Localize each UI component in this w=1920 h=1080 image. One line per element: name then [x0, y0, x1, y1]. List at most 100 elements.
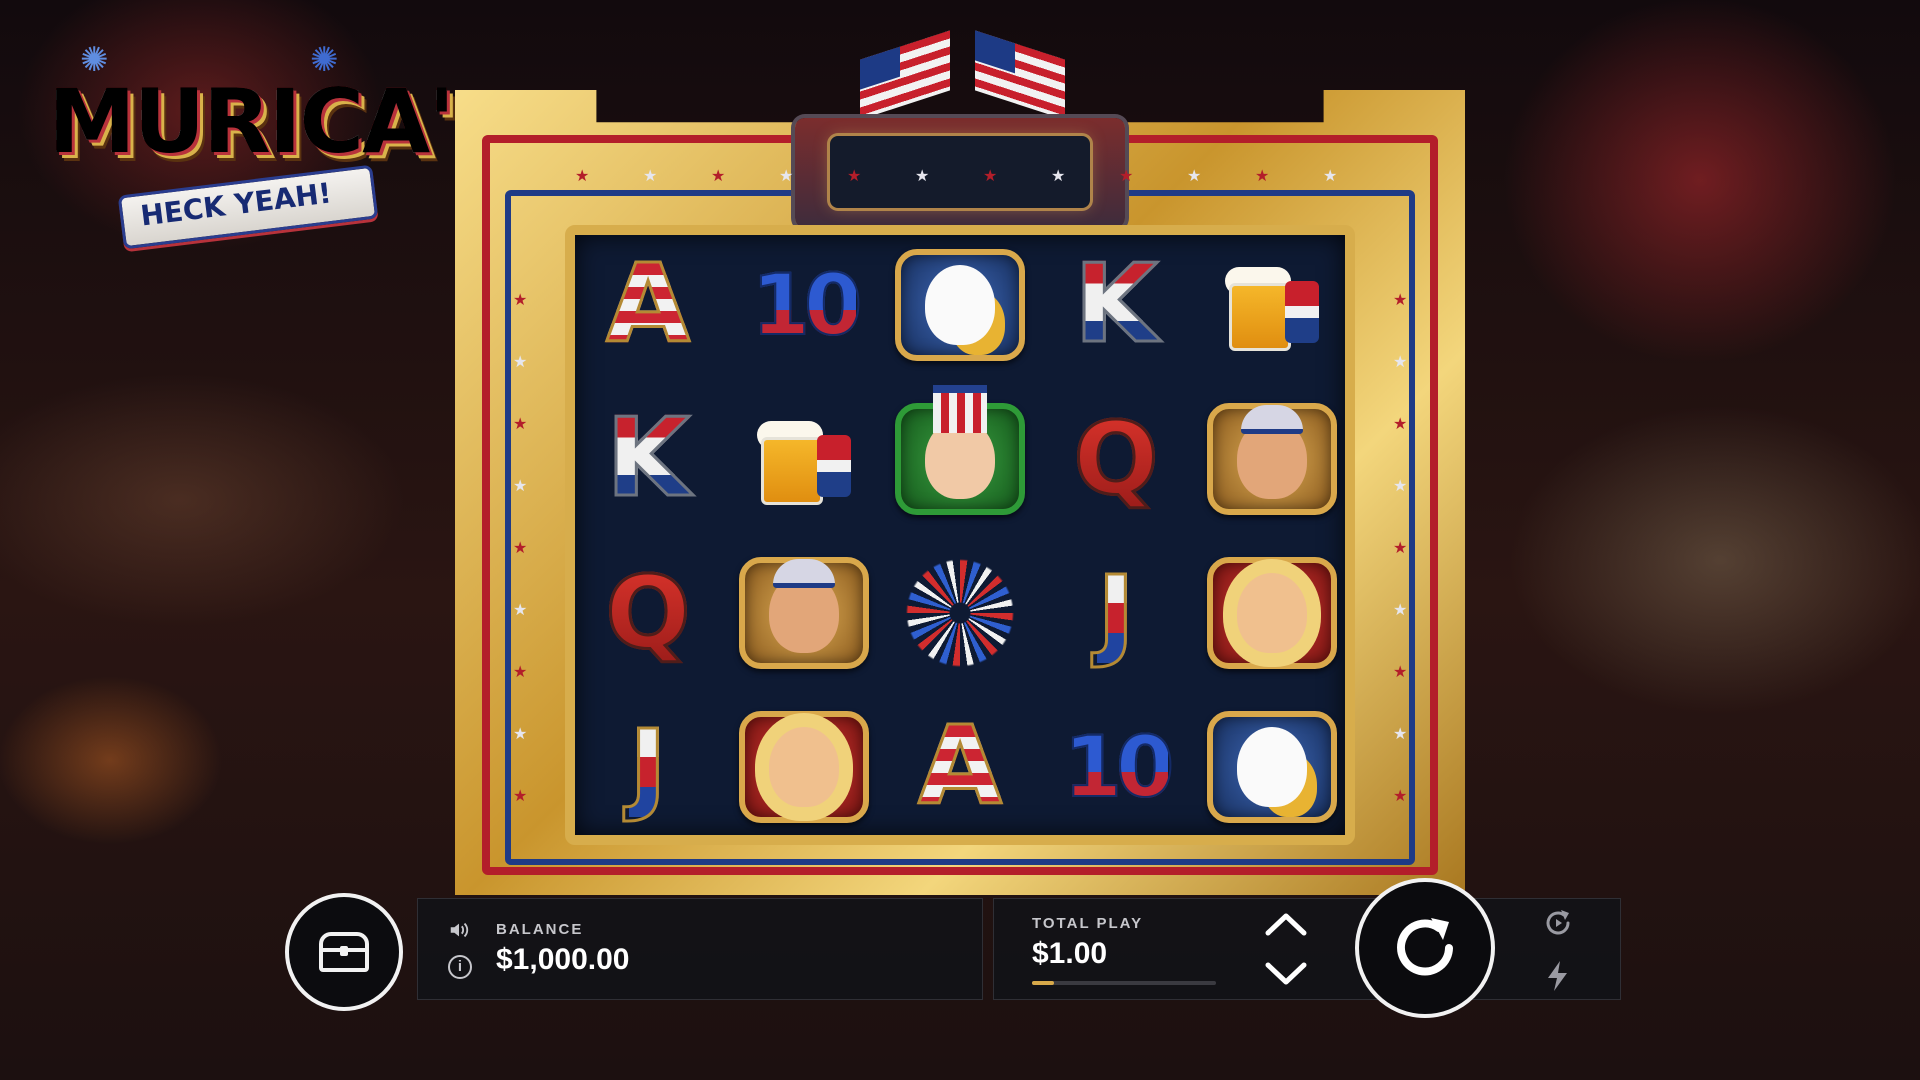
reel-symbol-q: Q [583, 553, 719, 673]
symbol-letter: K [605, 396, 692, 521]
total-play-panel: TOTAL PLAY $1.00 [993, 898, 1621, 1000]
redneck-card [739, 557, 869, 669]
reel-symbol-beer [1207, 245, 1337, 365]
symbol-ten: 10 [751, 255, 864, 355]
redneck-icon [769, 559, 839, 653]
reel-symbol-j: J [583, 707, 713, 827]
reel-symbol-redneck [739, 553, 869, 673]
eagle-card [895, 249, 1025, 361]
bet-level-bar [1032, 981, 1216, 985]
star-icon: ★ [513, 664, 528, 681]
balance-label: BALANCE [496, 921, 584, 938]
blonde-icon [769, 727, 839, 807]
symbol-letter: J [1096, 554, 1136, 671]
symbol-letter: Q [1072, 400, 1160, 517]
reel-symbol-blonde [739, 707, 869, 827]
reel-symbol-j: J [1051, 553, 1181, 673]
treasure-chest-icon [319, 932, 369, 972]
star-icon: ★ [1393, 478, 1408, 495]
blonde-card [1207, 557, 1337, 669]
star-icon: ★ [643, 168, 658, 185]
total-play-value: $1.00 [1032, 937, 1108, 970]
grill-symbol: Q [595, 554, 719, 671]
eagle-card [1207, 711, 1337, 823]
star-icon: ★ [1051, 168, 1066, 185]
balance-value: $1,000.00 [496, 943, 630, 976]
star-icon: ★ [513, 540, 528, 557]
decrease-bet-button[interactable] [1262, 959, 1310, 989]
eagle-icon [925, 265, 995, 345]
star-icon: ★ [513, 292, 528, 309]
star-icon: ★ [1393, 292, 1408, 309]
reel-symbol-fireworks [895, 553, 1025, 673]
star-icon: ★ [847, 168, 862, 185]
symbol-ten: 10 [1063, 717, 1176, 817]
reel-symbol-10: 10 [739, 245, 869, 365]
autoplay-icon[interactable] [1540, 905, 1576, 941]
firework-icon [905, 558, 1015, 668]
redneck-card [1207, 403, 1337, 515]
star-icon: ★ [513, 788, 528, 805]
reel-symbol-k: K [583, 399, 713, 519]
star-icon: ★ [513, 354, 528, 371]
logo-title: MURICA' [48, 70, 455, 173]
symbol-letter: A [605, 242, 692, 367]
star-icon: ★ [1119, 168, 1134, 185]
star-icon: ★ [711, 168, 726, 185]
redneck-icon [1237, 405, 1307, 499]
total-play-label: TOTAL PLAY [1032, 915, 1144, 932]
reel-symbol-redneck [1207, 399, 1337, 519]
reel-symbol-eagle [895, 245, 1025, 365]
speaker-icon[interactable] [448, 919, 470, 941]
star-icon: ★ [1323, 168, 1338, 185]
spin-button[interactable] [1355, 878, 1495, 1018]
star-icon: ★ [1393, 664, 1408, 681]
increase-bet-button[interactable] [1262, 909, 1310, 939]
info-icon[interactable]: i [448, 955, 472, 979]
chevron-up-icon [1265, 913, 1307, 936]
star-icon: ★ [513, 478, 528, 495]
star-icon: ★ [513, 602, 528, 619]
star-icon: ★ [513, 416, 528, 433]
reel-symbol-uncle-sam [895, 385, 1025, 519]
beer-icon [1225, 261, 1319, 351]
grill-symbol: Q [1063, 400, 1187, 517]
star-icon: ★ [1187, 168, 1202, 185]
reel-symbol-q: Q [1051, 399, 1187, 519]
reel-symbol-eagle [1207, 707, 1337, 827]
bet-level-fill [1032, 981, 1055, 985]
star-icon: ★ [1393, 540, 1408, 557]
reel-symbol-blonde [1207, 553, 1337, 673]
symbol-letter: J [628, 708, 668, 825]
blonde-icon [1237, 573, 1307, 653]
star-icon: ★ [575, 168, 590, 185]
blonde-card [739, 711, 869, 823]
symbol-letter: Q [604, 554, 692, 671]
spin-arrow-icon [1397, 918, 1453, 976]
chevron-down-icon [1265, 962, 1307, 985]
star-icon: ★ [1393, 726, 1408, 743]
star-icon: ★ [1393, 354, 1408, 371]
beer-icon [757, 415, 851, 505]
star-icon: ★ [915, 168, 930, 185]
star-icon: ★ [513, 726, 528, 743]
reel-symbol-beer [739, 399, 869, 519]
reel-symbol-10: 10 [1051, 707, 1181, 827]
reel-symbol-k: K [1051, 245, 1181, 365]
uncle-sam-icon [925, 385, 995, 499]
eagle-icon [1237, 727, 1307, 807]
reel-symbol-a: A [583, 245, 713, 365]
star-icon: ★ [983, 168, 998, 185]
star-icon: ★ [1393, 416, 1408, 433]
star-icon: ★ [1393, 788, 1408, 805]
star-icon: ★ [1393, 602, 1408, 619]
star-icon: ★ [1255, 168, 1270, 185]
lightning-icon[interactable] [1540, 958, 1576, 994]
uncle-sam-card [895, 385, 1025, 515]
balance-panel: i BALANCE $1,000.00 [417, 898, 983, 1000]
treasure-chest-button[interactable] [285, 893, 403, 1011]
star-icon: ★ [779, 168, 794, 185]
symbol-letter: A [917, 704, 1004, 829]
symbol-letter: K [1073, 242, 1160, 367]
game-logo: ✺ ✺ MURICA' HECK YEAH! [40, 40, 455, 250]
